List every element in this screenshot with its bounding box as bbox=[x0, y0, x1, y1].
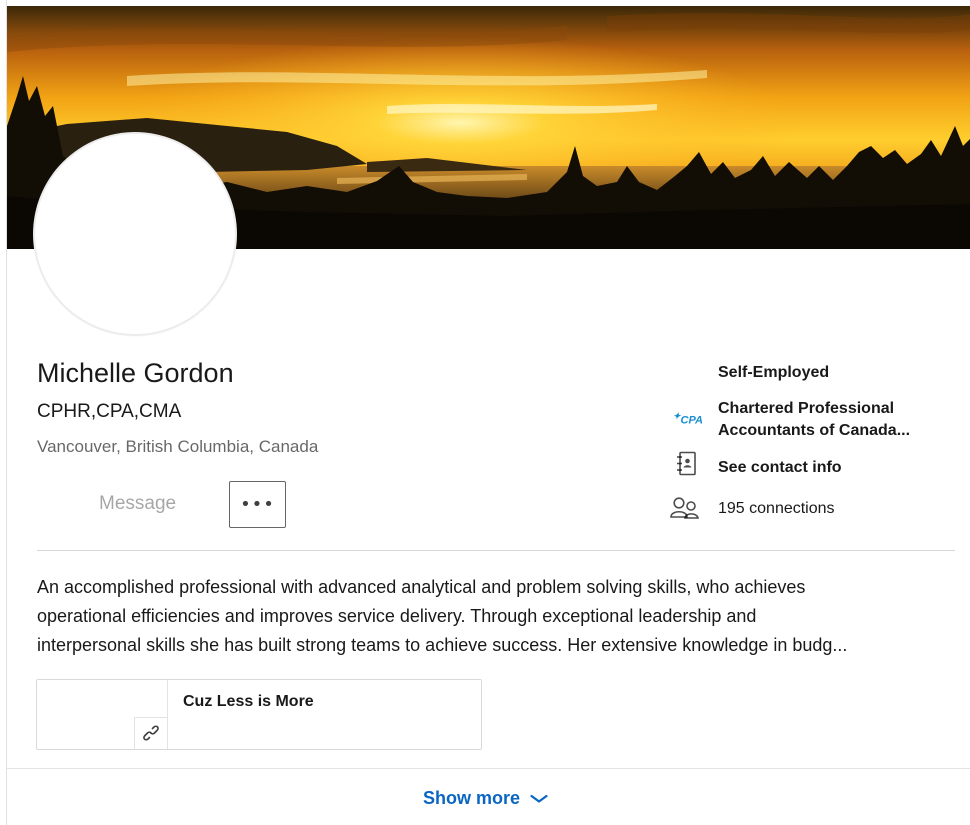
summary-line: interpersonal skills she has built stron… bbox=[37, 635, 848, 655]
media-title: Cuz Less is More bbox=[183, 693, 314, 710]
education-school[interactable]: Chartered Professional Accountants of Ca… bbox=[718, 398, 948, 442]
chevron-down-icon bbox=[530, 794, 548, 803]
see-contact-info-link[interactable]: See contact info bbox=[718, 457, 842, 479]
cpa-logo-icon: ✦CPA bbox=[673, 411, 703, 427]
profile-name: Michelle Gordon bbox=[37, 358, 234, 388]
cpa-logo-text: CPA bbox=[680, 414, 703, 427]
profile-top-card: Michelle Gordon CPHR,CPA,CMA Vancouver, … bbox=[6, 0, 970, 825]
summary-line: An accomplished professional with advanc… bbox=[37, 577, 806, 597]
link-badge bbox=[134, 717, 167, 749]
section-divider bbox=[37, 550, 955, 551]
profile-summary: An accomplished professional with advanc… bbox=[37, 573, 957, 660]
connections-count[interactable]: 195 connections bbox=[718, 498, 835, 520]
profile-photo-avatar[interactable] bbox=[35, 134, 235, 334]
footer-divider bbox=[7, 768, 970, 769]
current-company[interactable]: Self-Employed bbox=[718, 362, 829, 384]
message-button[interactable]: Message bbox=[99, 493, 176, 515]
contact-card-icon bbox=[677, 451, 696, 476]
link-icon bbox=[143, 725, 159, 741]
profile-headline: CPHR,CPA,CMA bbox=[37, 401, 182, 422]
featured-media-card[interactable]: Cuz Less is More bbox=[36, 679, 482, 750]
show-more-label: Show more bbox=[423, 788, 521, 808]
more-actions-button[interactable]: ••• bbox=[229, 481, 286, 528]
show-more-button[interactable]: Show more bbox=[423, 788, 548, 809]
summary-line: operational efficiencies and improves se… bbox=[37, 606, 757, 626]
media-thumbnail bbox=[37, 680, 168, 749]
connections-people-icon bbox=[670, 497, 699, 519]
profile-location: Vancouver, British Columbia, Canada bbox=[37, 437, 319, 456]
